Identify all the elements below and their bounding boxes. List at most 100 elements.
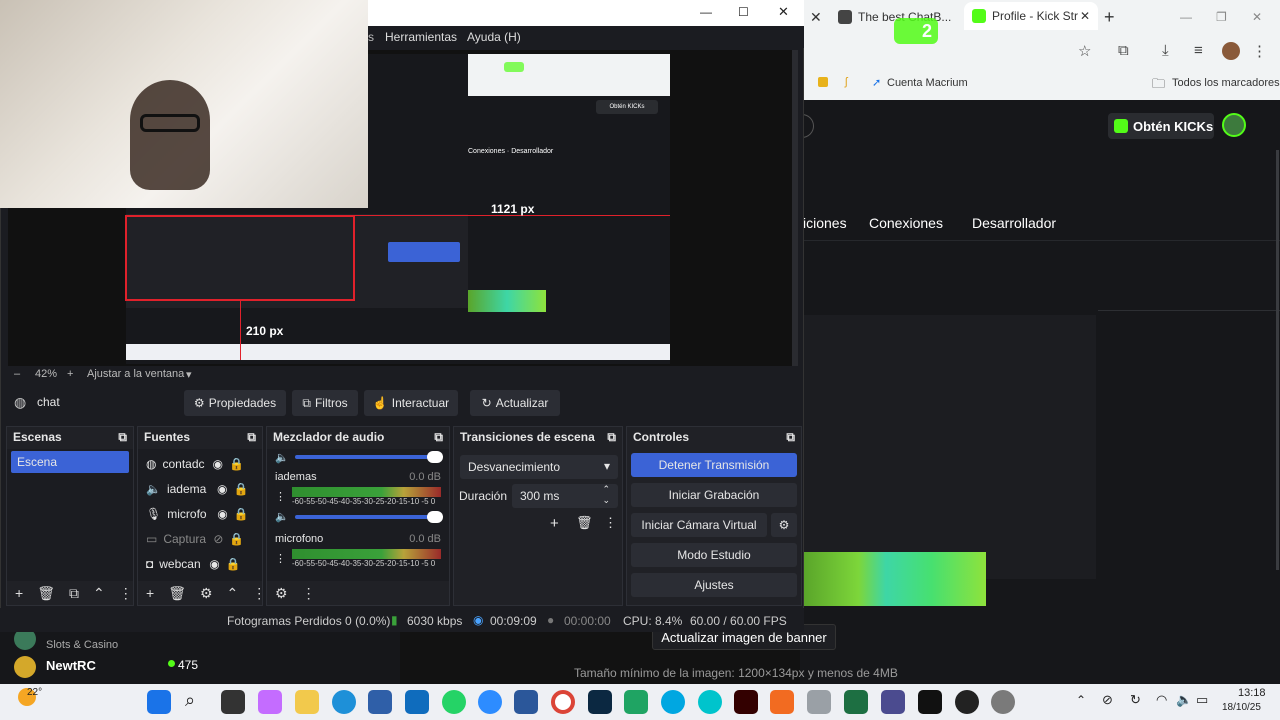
more-icon[interactable]: ⋮: [604, 515, 617, 531]
more-icon[interactable]: ⋮: [275, 490, 286, 503]
clock-time[interactable]: 13:18: [1238, 687, 1266, 699]
app-icon[interactable]: [624, 690, 648, 714]
canva-icon[interactable]: [698, 690, 722, 714]
maximize-icon[interactable]: ❐: [1216, 6, 1227, 28]
jw-icon[interactable]: [881, 690, 905, 714]
source-item[interactable]: ◍ contadc ◉ 🔒: [138, 451, 262, 476]
chevron-up-icon[interactable]: ⌃: [1076, 693, 1086, 707]
trash-icon[interactable]: 🗑: [168, 585, 186, 602]
source-item[interactable]: ▭ Captura ⊘ 🔒: [138, 526, 262, 551]
eye-hidden-icon[interactable]: ⊘: [213, 532, 223, 546]
settings-button[interactable]: Ajustes: [631, 573, 797, 597]
search-icon[interactable]: ⌕: [185, 690, 209, 714]
chrome-icon[interactable]: [551, 690, 575, 714]
trash-icon[interactable]: 🗑: [576, 515, 593, 531]
source-item[interactable]: ◘ webcan ◉ 🔒: [138, 551, 262, 576]
refresh-button[interactable]: ↻ Actualizar: [470, 390, 560, 416]
lock-icon[interactable]: 🔒: [229, 532, 244, 546]
nav-tab-partial[interactable]: iciones: [803, 215, 847, 231]
trash-icon[interactable]: 🗑: [37, 585, 55, 602]
volume-icon[interactable]: 🔈: [1176, 692, 1192, 708]
maximize-icon[interactable]: ☐: [738, 5, 749, 19]
studio-mode-button[interactable]: Modo Estudio: [631, 543, 797, 567]
transition-select[interactable]: Desvanecimiento ▾: [460, 455, 618, 479]
close-window-icon[interactable]: ✕: [1252, 6, 1262, 28]
all-bookmarks[interactable]: Todos los marcadores: [1172, 77, 1280, 89]
volume-slider[interactable]: [294, 451, 443, 463]
chevron-up-icon[interactable]: ⌃: [93, 585, 105, 602]
chevron-down-icon[interactable]: ▾: [186, 368, 192, 381]
close-tab-icon[interactable]: ✕: [1080, 9, 1090, 23]
lock-icon[interactable]: 🔒: [233, 482, 248, 496]
streamer-name[interactable]: NewtRC: [46, 658, 96, 673]
scene-item[interactable]: Escena: [11, 451, 129, 473]
gear-icon[interactable]: ⚙: [275, 585, 288, 602]
new-tab-button[interactable]: +: [1104, 6, 1115, 28]
sync-icon[interactable]: ↻: [1130, 692, 1141, 708]
undock-icon[interactable]: ⧉: [118, 430, 127, 444]
media-icon[interactable]: ≡: [1194, 42, 1203, 59]
speaker-icon[interactable]: 🔈: [275, 451, 289, 464]
obs-preview[interactable]: Obtén KICKs Conexiones · Desarrollador 1…: [0, 0, 798, 366]
star-icon[interactable]: ☆: [1078, 42, 1091, 60]
lock-icon[interactable]: 🔒: [234, 507, 249, 521]
copilot-icon[interactable]: [258, 690, 282, 714]
add-icon[interactable]: +: [146, 585, 154, 601]
undock-icon[interactable]: ⧉: [786, 430, 795, 444]
volume-slider[interactable]: [294, 510, 443, 523]
nav-tab-developer[interactable]: Desarrollador: [972, 215, 1056, 231]
tiktok-icon[interactable]: [918, 690, 942, 714]
zoom-out-button[interactable]: –: [14, 368, 20, 380]
filters-button[interactable]: ⧉ Filtros: [292, 390, 358, 416]
calculator-icon[interactable]: [807, 690, 831, 714]
stop-stream-button[interactable]: Detener Transmisión: [631, 453, 797, 477]
bookmark-icon[interactable]: ʃ: [845, 76, 847, 88]
add-icon[interactable]: +: [550, 515, 559, 532]
file-explorer-icon[interactable]: [295, 690, 319, 714]
virtual-camera-button[interactable]: Iniciar Cámara Virtual: [631, 513, 767, 537]
whatsapp-icon[interactable]: [442, 690, 466, 714]
illustrator-icon[interactable]: [734, 690, 758, 714]
task-view-icon[interactable]: [221, 690, 245, 714]
battery-icon[interactable]: ▭: [1196, 692, 1208, 708]
bookmark-macrium[interactable]: Cuenta Macrium: [887, 77, 968, 89]
outlook-icon[interactable]: [405, 690, 429, 714]
more-icon[interactable]: ⋮: [275, 552, 286, 565]
eye-icon[interactable]: ◉: [212, 457, 222, 471]
stepper-up-icon[interactable]: ⌃: [602, 484, 610, 495]
menu-help[interactable]: Ayuda (H): [467, 30, 521, 44]
clock-date[interactable]: 18/10/25: [1222, 702, 1261, 713]
speaker-icon[interactable]: 🔈: [275, 510, 289, 523]
app-icon[interactable]: [770, 690, 794, 714]
wifi-icon[interactable]: ◠: [1156, 692, 1167, 708]
stepper-down-icon[interactable]: ⌄: [602, 495, 610, 506]
word-icon[interactable]: [514, 690, 538, 714]
photoshop-icon[interactable]: [588, 690, 612, 714]
menu-icon[interactable]: ⋮: [1252, 42, 1267, 60]
start-icon[interactable]: [147, 690, 171, 714]
download-icon[interactable]: ⤓: [1162, 42, 1169, 59]
menu-tools[interactable]: Herramientas: [385, 30, 457, 44]
browser-tab-close[interactable]: ✕: [810, 6, 822, 28]
tray-icon[interactable]: ⊘: [1102, 692, 1113, 708]
get-kicks-button[interactable]: Obtén KICKs: [1108, 113, 1214, 139]
more-icon[interactable]: ⋮: [119, 585, 133, 602]
skype-icon[interactable]: [661, 690, 685, 714]
interact-button[interactable]: ☝ Interactuar: [364, 390, 458, 416]
duration-input[interactable]: 300 ms ⌃ ⌄: [512, 484, 618, 508]
extensions-icon[interactable]: ⧉: [1118, 42, 1129, 59]
gear-icon[interactable]: ⚙: [771, 513, 797, 537]
nav-tab-connections[interactable]: Conexiones: [869, 215, 943, 231]
scrollbar[interactable]: [792, 50, 798, 366]
lock-icon[interactable]: 🔒: [229, 457, 244, 471]
add-icon[interactable]: +: [15, 585, 23, 601]
eye-icon[interactable]: ◉: [217, 482, 227, 496]
browser-tab-kick-profile[interactable]: Profile - Kick Str ✕: [964, 2, 1098, 30]
zoom-icon[interactable]: [478, 690, 502, 714]
chevron-up-icon[interactable]: ⌃: [227, 585, 239, 602]
fit-window-label[interactable]: Ajustar a la ventana: [87, 368, 184, 380]
obs-icon[interactable]: [955, 690, 979, 714]
undock-icon[interactable]: ⧉: [434, 430, 443, 444]
scrollbar[interactable]: [1276, 150, 1279, 570]
filter-icon[interactable]: ⧉: [69, 585, 79, 602]
